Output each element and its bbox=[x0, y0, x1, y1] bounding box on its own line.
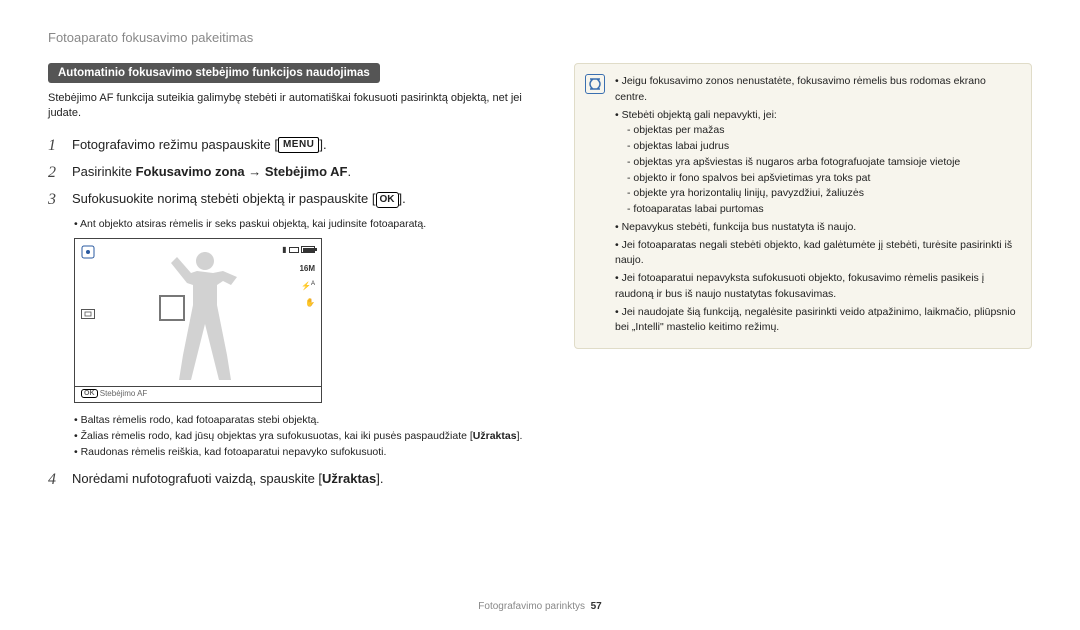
column-right: Jeigu fokusavimo zonos nenustatėte, foku… bbox=[574, 63, 1032, 497]
note-sub-item: objekte yra horizontalių linijų, pavyzdž… bbox=[627, 186, 1019, 202]
note-item: Jeigu fokusavimo zonos nenustatėte, foku… bbox=[615, 74, 1019, 106]
step2-post: . bbox=[347, 164, 351, 179]
frame-color-bullets: Baltas rėmelis rodo, kad fotoaparatas st… bbox=[74, 413, 538, 460]
step3-sub: Ant objekto atsiras rėmelis ir seks pask… bbox=[74, 217, 538, 232]
note-item: Nepavykus stebėti, funkcija bus nustatyt… bbox=[615, 220, 1019, 236]
step-number: 1 bbox=[48, 136, 62, 155]
step4-pre: Norėdami nufotografuoti vaizdą, spauskit… bbox=[72, 471, 322, 486]
note-item: Jei fotoaparatui nepavyksta sufokusuoti … bbox=[615, 271, 1019, 303]
step-number: 3 bbox=[48, 190, 62, 209]
step1-pre: Fotografavimo režimu paspauskite [ bbox=[72, 137, 278, 152]
step2-pre: Pasirinkite bbox=[72, 164, 136, 179]
step-2: 2 Pasirinkite Fokusavimo zona → Stebėjim… bbox=[48, 163, 538, 182]
note-box: Jeigu fokusavimo zonos nenustatėte, foku… bbox=[574, 63, 1032, 349]
step-1: 1 Fotografavimo režimu paspauskite [MENU… bbox=[48, 136, 538, 155]
ok-icon: OK bbox=[81, 389, 98, 398]
page-header: Fotoaparato fokusavimo pakeitimas bbox=[48, 30, 1032, 45]
section-title: Automatinio fokusavimo stebėjimo funkcij… bbox=[48, 63, 380, 83]
page-number: 57 bbox=[591, 601, 602, 612]
step3-post: ]. bbox=[399, 191, 406, 206]
silhouette-figure bbox=[135, 247, 275, 382]
bullet-white: Baltas rėmelis rodo, kad fotoaparatas st… bbox=[74, 413, 538, 429]
intro-text: Stebėjimo AF funkcija suteikia galimybę … bbox=[48, 91, 538, 122]
note-sub-item: fotoaparatas labai purtomas bbox=[627, 202, 1019, 218]
lcd-preview: ▮ 16M ⚡A ✋ OK Stebėjimo AF bbox=[74, 238, 322, 403]
step-number: 4 bbox=[48, 470, 62, 489]
step2-bold: Fokusavimo zona → Stebėjimo AF bbox=[136, 164, 348, 179]
page-footer: Fotografavimo parinktys 57 bbox=[0, 601, 1080, 612]
note-icon bbox=[585, 74, 605, 94]
focus-rectangle bbox=[159, 295, 185, 321]
note-sub-item: objekto ir fono spalvos bei apšvietimas … bbox=[627, 171, 1019, 187]
step4-bold: Užraktas bbox=[322, 471, 376, 486]
menu-icon: MENU bbox=[278, 137, 319, 153]
hud-right-icons: ▮ 16M ⚡A ✋ bbox=[282, 244, 315, 310]
lcd-footer: OK Stebėjimo AF bbox=[75, 386, 321, 402]
step1-post: ]. bbox=[319, 137, 326, 152]
note-item: Stebėti objektą gali nepavykti, jei: obj… bbox=[615, 108, 1019, 218]
hud-frame-icon bbox=[81, 309, 95, 321]
step3-pre: Sufokusuokite norimą stebėti objektą ir … bbox=[72, 191, 376, 206]
ok-icon: OK bbox=[376, 192, 399, 208]
note-sub-item: objektas per mažas bbox=[627, 123, 1019, 139]
note-item: Jei fotoaparatas negali stebėti objekto,… bbox=[615, 238, 1019, 270]
column-left: Automatinio fokusavimo stebėjimo funkcij… bbox=[48, 63, 538, 497]
note-item: Jei naudojate šią funkciją, negalėsite p… bbox=[615, 305, 1019, 337]
footer-label: Fotografavimo parinktys bbox=[478, 601, 585, 612]
note-sub-item: objektas yra apšviestas iš nugaros arba … bbox=[627, 155, 1019, 171]
hud-mode-icon bbox=[81, 245, 95, 261]
step-4: 4 Norėdami nufotografuoti vaizdą, spausk… bbox=[48, 470, 538, 489]
bullet-green: Žalias rėmelis rodo, kad jūsų objektas y… bbox=[74, 429, 538, 445]
bullet-red: Raudonas rėmelis reiškia, kad fotoaparat… bbox=[74, 445, 538, 461]
step-3: 3 Sufokusuokite norimą stebėti objektą i… bbox=[48, 190, 538, 209]
step4-post: ]. bbox=[376, 471, 383, 486]
lcd-footer-text: Stebėjimo AF bbox=[100, 389, 148, 398]
note-sub-item: objektas labai judrus bbox=[627, 139, 1019, 155]
step-number: 2 bbox=[48, 163, 62, 182]
